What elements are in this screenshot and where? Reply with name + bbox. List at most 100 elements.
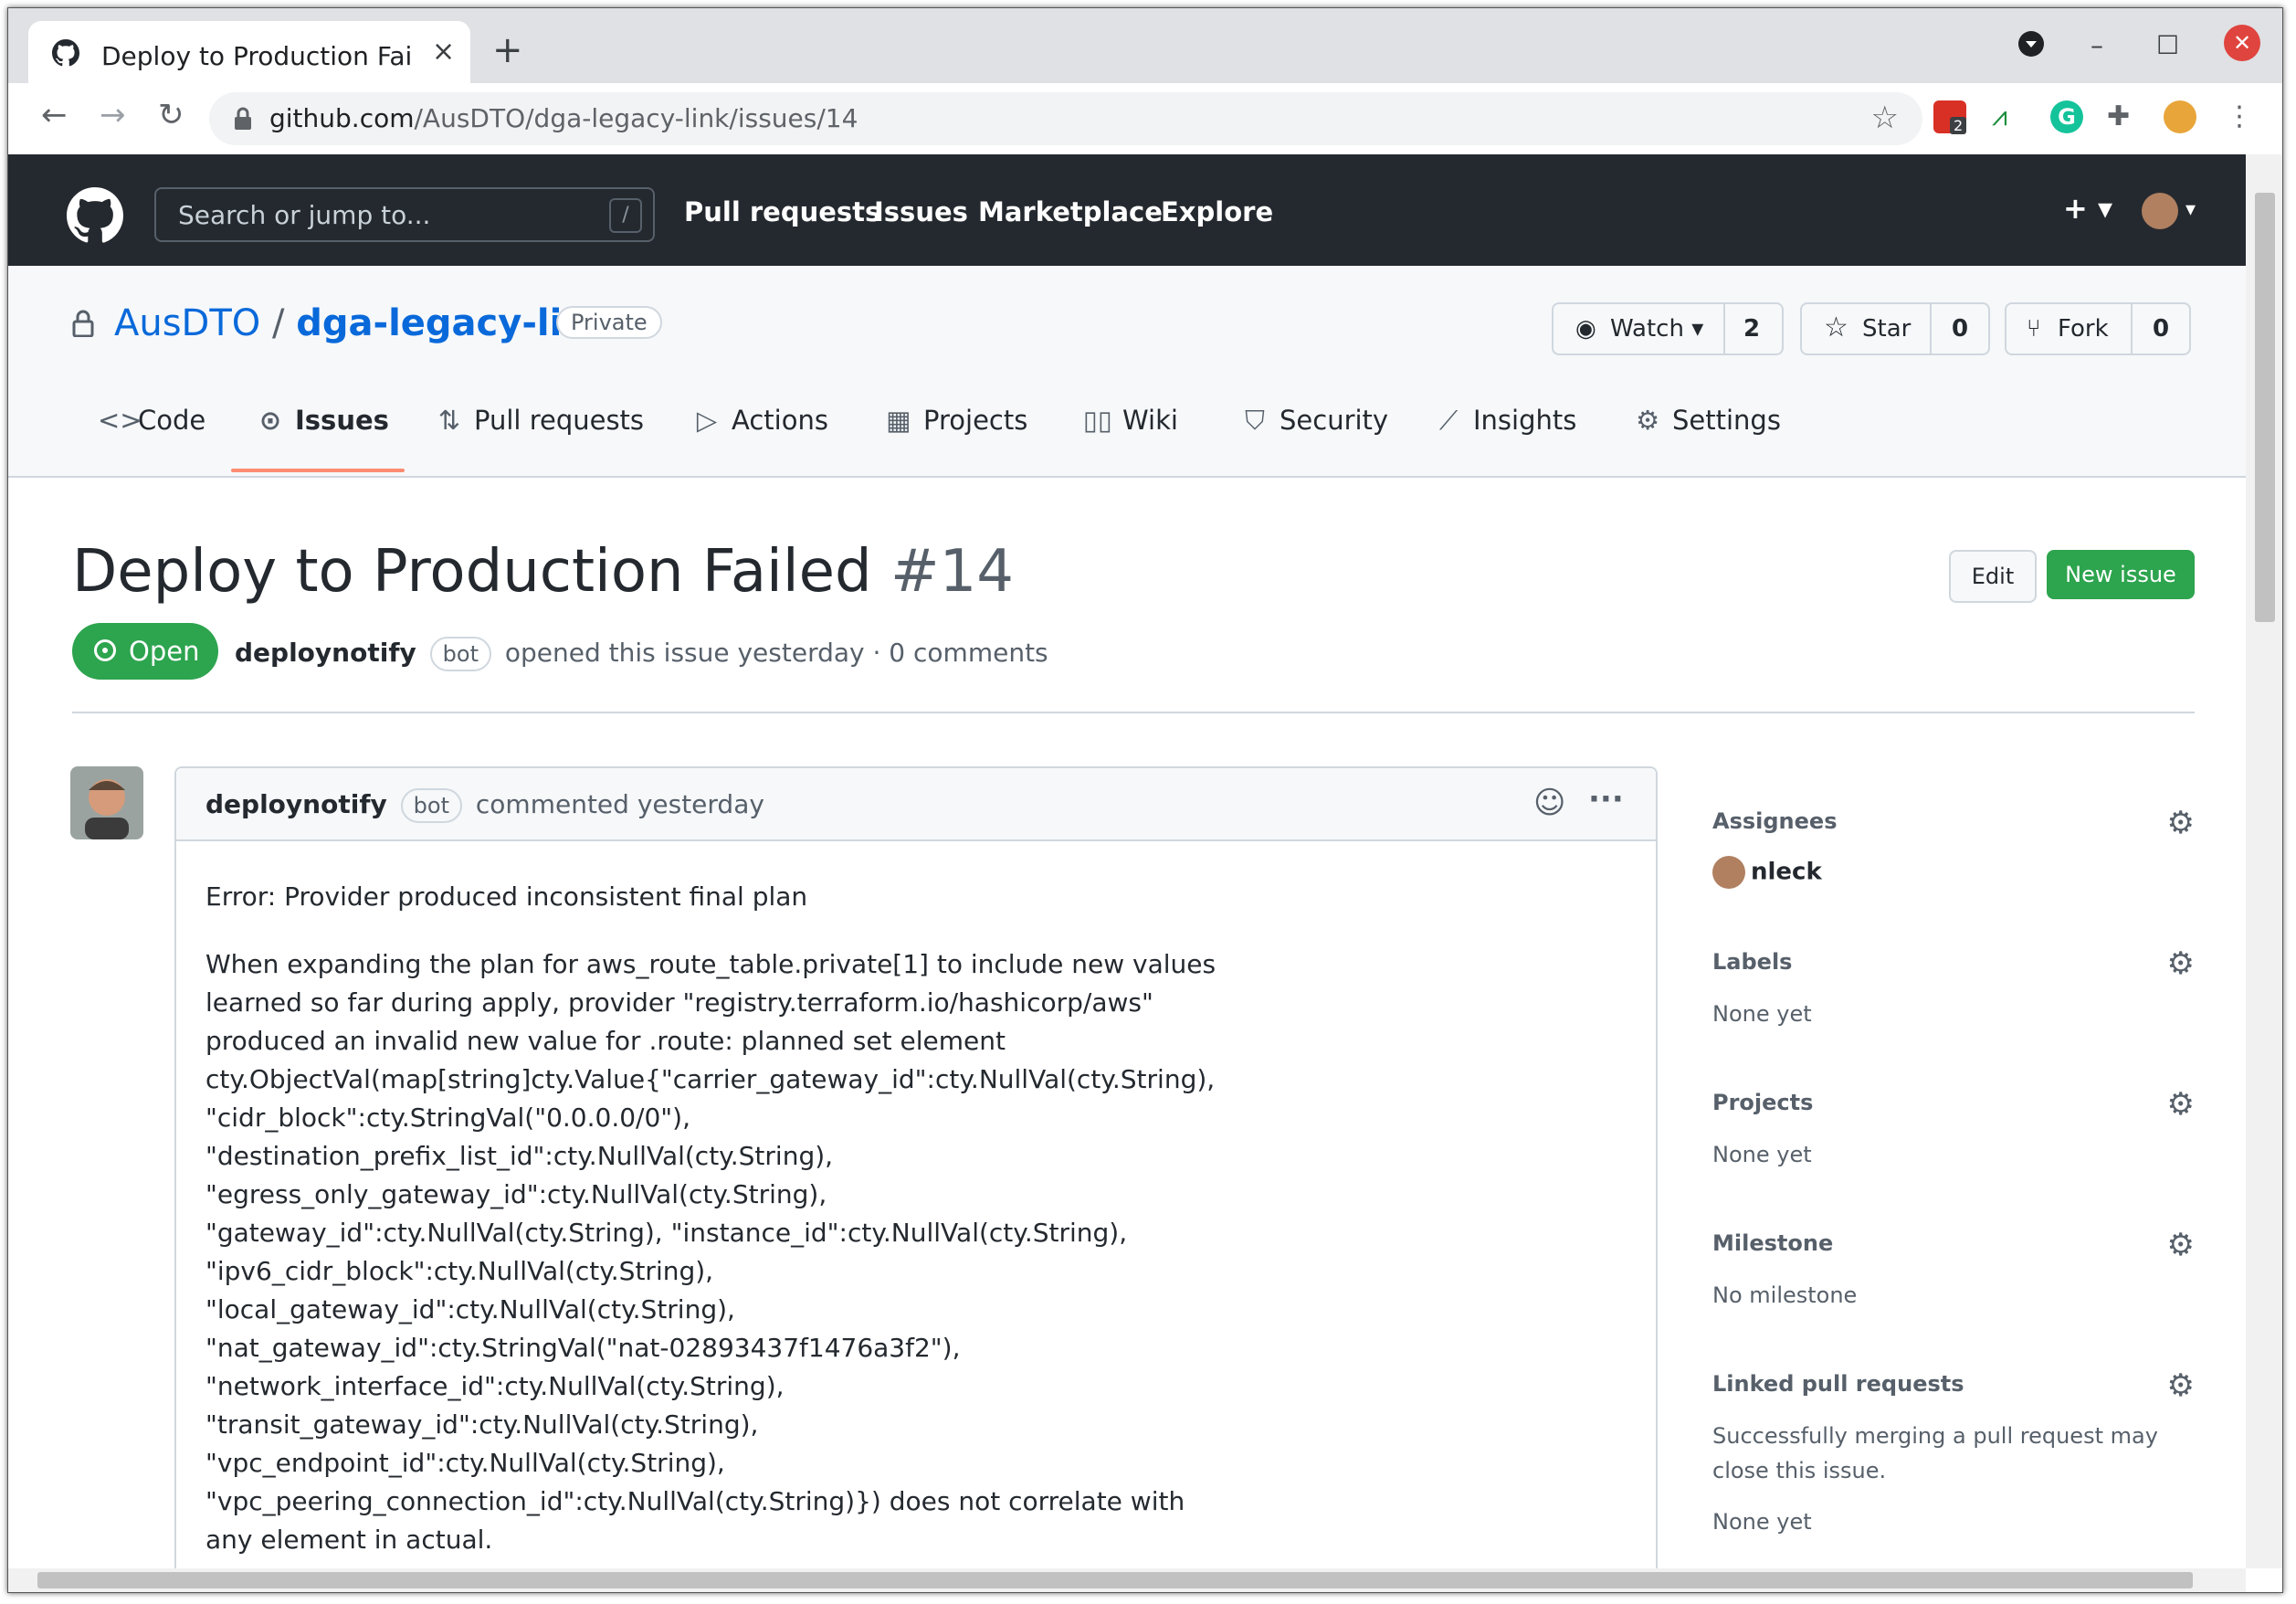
issue-number: #14 [890, 538, 1014, 606]
extensions-puzzle-icon[interactable]: ✚ [2107, 100, 2140, 133]
pull-request-icon: ⇅ [437, 405, 461, 436]
comment-author-link[interactable]: deploynotify [205, 789, 387, 819]
author-link[interactable]: deploynotify [235, 638, 416, 668]
sidebar-note: Successfully merging a pull request may … [1712, 1423, 2158, 1483]
lock-icon [235, 107, 251, 130]
issue-title-text: Deploy to Production Failed [72, 538, 872, 606]
sidebar-heading: Linked pull requests [1712, 1371, 1964, 1397]
star-button[interactable]: ☆ Star 0 [1800, 302, 1990, 355]
comment-more-icon[interactable]: ··· [1588, 781, 1624, 818]
nav-marketplace[interactable]: Marketplace [978, 196, 1163, 227]
grammarly-icon[interactable]: G [2050, 100, 2083, 133]
github-favicon-icon [52, 39, 79, 67]
horizontal-scrollbar[interactable] [8, 1568, 2246, 1592]
fork-button[interactable]: ⑂ Fork 0 [2005, 302, 2191, 355]
github-logo-icon[interactable] [67, 187, 123, 244]
back-button[interactable]: ← [41, 100, 68, 131]
comment-header: deploynotify bot commented yesterday ☺ ·… [176, 768, 1656, 841]
watch-count: 2 [1743, 315, 1761, 343]
gear-icon[interactable]: ⚙ [2167, 1086, 2195, 1123]
tab-pull-requests[interactable]: ⇅ Pull requests [434, 405, 644, 436]
header-divider [72, 712, 2195, 713]
sidebar-heading: Labels [1712, 949, 1793, 975]
minimize-button[interactable]: – [2091, 30, 2103, 60]
user-avatar[interactable] [2142, 193, 2178, 229]
tab-title: Deploy to Production Failed [101, 41, 412, 71]
play-icon: ▷ [696, 405, 718, 436]
vertical-scrollbar[interactable] [2246, 154, 2282, 1568]
commenter-avatar[interactable] [70, 766, 143, 839]
tab-code[interactable]: <>Code [98, 405, 205, 436]
github-header: Search or jump to... / Pull requests Iss… [8, 154, 2246, 266]
bookmark-star-icon[interactable]: ☆ [1871, 100, 1899, 136]
issue-meta-text: opened this issue yesterday · 0 comments [504, 638, 1048, 668]
close-window-button[interactable]: ✕ [2224, 25, 2260, 61]
repo-path-separator: / [272, 302, 285, 344]
search-shortcut-key: / [609, 198, 642, 233]
profile-avatar-icon[interactable] [2164, 100, 2196, 133]
create-new-dropdown[interactable]: + ▾ [2063, 191, 2112, 226]
issue-opened-icon [94, 639, 116, 661]
global-search-input[interactable]: Search or jump to... / [154, 187, 655, 242]
tab-settings[interactable]: ⚙ Settings [1632, 405, 1781, 436]
new-issue-button[interactable]: New issue [2047, 550, 2195, 599]
project-icon: ▦ [886, 405, 911, 436]
tab-insights[interactable]: ⟋ Insights [1433, 405, 1577, 437]
emoji-reaction-icon[interactable]: ☺ [1533, 785, 1565, 821]
user-menu-caret-icon[interactable]: ▾ [2185, 198, 2196, 221]
sidebar-heading: Projects [1712, 1090, 1814, 1115]
tab-actions[interactable]: ▷ Actions [691, 405, 828, 436]
extension-calendar-icon[interactable]: 2 [1933, 100, 1967, 134]
nav-issues[interactable]: Issues [874, 196, 968, 227]
issue-title: Deploy to Production Failed #14 [72, 538, 1014, 606]
browser-toolbar: ← → ↻ github.com/AusDTO/dga-legacy-link/… [8, 83, 2282, 155]
repo-owner-link[interactable]: AusDTO [114, 302, 260, 344]
browser-window: Deploy to Production Failed × + – ☐ ✕ ← … [7, 7, 2283, 1593]
gear-icon[interactable]: ⚙ [2167, 805, 2195, 841]
issue-state-badge: Open [72, 623, 218, 680]
eye-icon: ◉ [1575, 315, 1596, 343]
star-icon: ☆ [1824, 311, 1848, 343]
fork-label: Fork [2058, 315, 2109, 343]
maximize-button[interactable]: ☐ [2156, 30, 2179, 60]
edit-button[interactable]: Edit [1949, 550, 2037, 603]
tab-wiki[interactable]: ▯▯ Wiki [1082, 405, 1178, 436]
gear-icon[interactable]: ⚙ [2167, 1367, 2195, 1404]
sidebar-value: None yet [1712, 1001, 1812, 1027]
comment-action-text: commented yesterday [475, 789, 764, 819]
new-tab-button[interactable]: + [492, 32, 523, 69]
forward-button[interactable]: → [100, 100, 126, 131]
scrollbar-thumb[interactable] [2255, 193, 2275, 622]
reload-button[interactable]: ↻ [158, 100, 184, 131]
bot-badge: bot [400, 788, 462, 823]
address-bar[interactable]: github.com/AusDTO/dga-legacy-link/issues… [209, 92, 1922, 145]
comment-author-line: deploynotify bot commented yesterday [205, 788, 764, 823]
profile-dropdown-icon[interactable] [2017, 30, 2045, 64]
extension-pulse-icon[interactable]: ⩘ [1992, 100, 2025, 133]
tab-issues[interactable]: ⊙ Issues [255, 405, 389, 436]
tab-security[interactable]: ⛉ Security [1239, 405, 1388, 437]
repo-path: AusDTO / dga-legacy-link [114, 302, 612, 344]
assignee-name: nleck [1751, 858, 1822, 886]
fork-count: 0 [2153, 315, 2170, 343]
gear-icon[interactable]: ⚙ [2167, 1227, 2195, 1263]
comment-paragraph: Error: Provider produced inconsistent fi… [205, 881, 808, 912]
browser-menu-icon[interactable]: ⋮ [2226, 100, 2259, 133]
issue-icon: ⊙ [258, 405, 282, 436]
assignee-avatar [1712, 856, 1745, 889]
watch-button[interactable]: ◉ Watch ▾ 2 [1552, 302, 1784, 355]
nav-pull-requests[interactable]: Pull requests [684, 196, 880, 227]
star-count: 0 [1952, 315, 1969, 343]
browser-tab[interactable]: Deploy to Production Failed × [28, 21, 470, 83]
search-placeholder: Search or jump to... [178, 200, 431, 230]
close-tab-icon[interactable]: × [432, 36, 455, 68]
lock-icon [72, 310, 94, 337]
sidebar-heading: Milestone [1712, 1230, 1834, 1256]
assignee-item[interactable]: nleck [1712, 856, 2195, 889]
nav-explore[interactable]: Explore [1161, 196, 1273, 227]
code-icon: <> [98, 405, 142, 436]
star-label: Star [1862, 315, 1912, 343]
scrollbar-thumb[interactable] [37, 1572, 2193, 1588]
gear-icon[interactable]: ⚙ [2167, 945, 2195, 982]
tab-projects[interactable]: ▦ Projects [883, 405, 1027, 436]
